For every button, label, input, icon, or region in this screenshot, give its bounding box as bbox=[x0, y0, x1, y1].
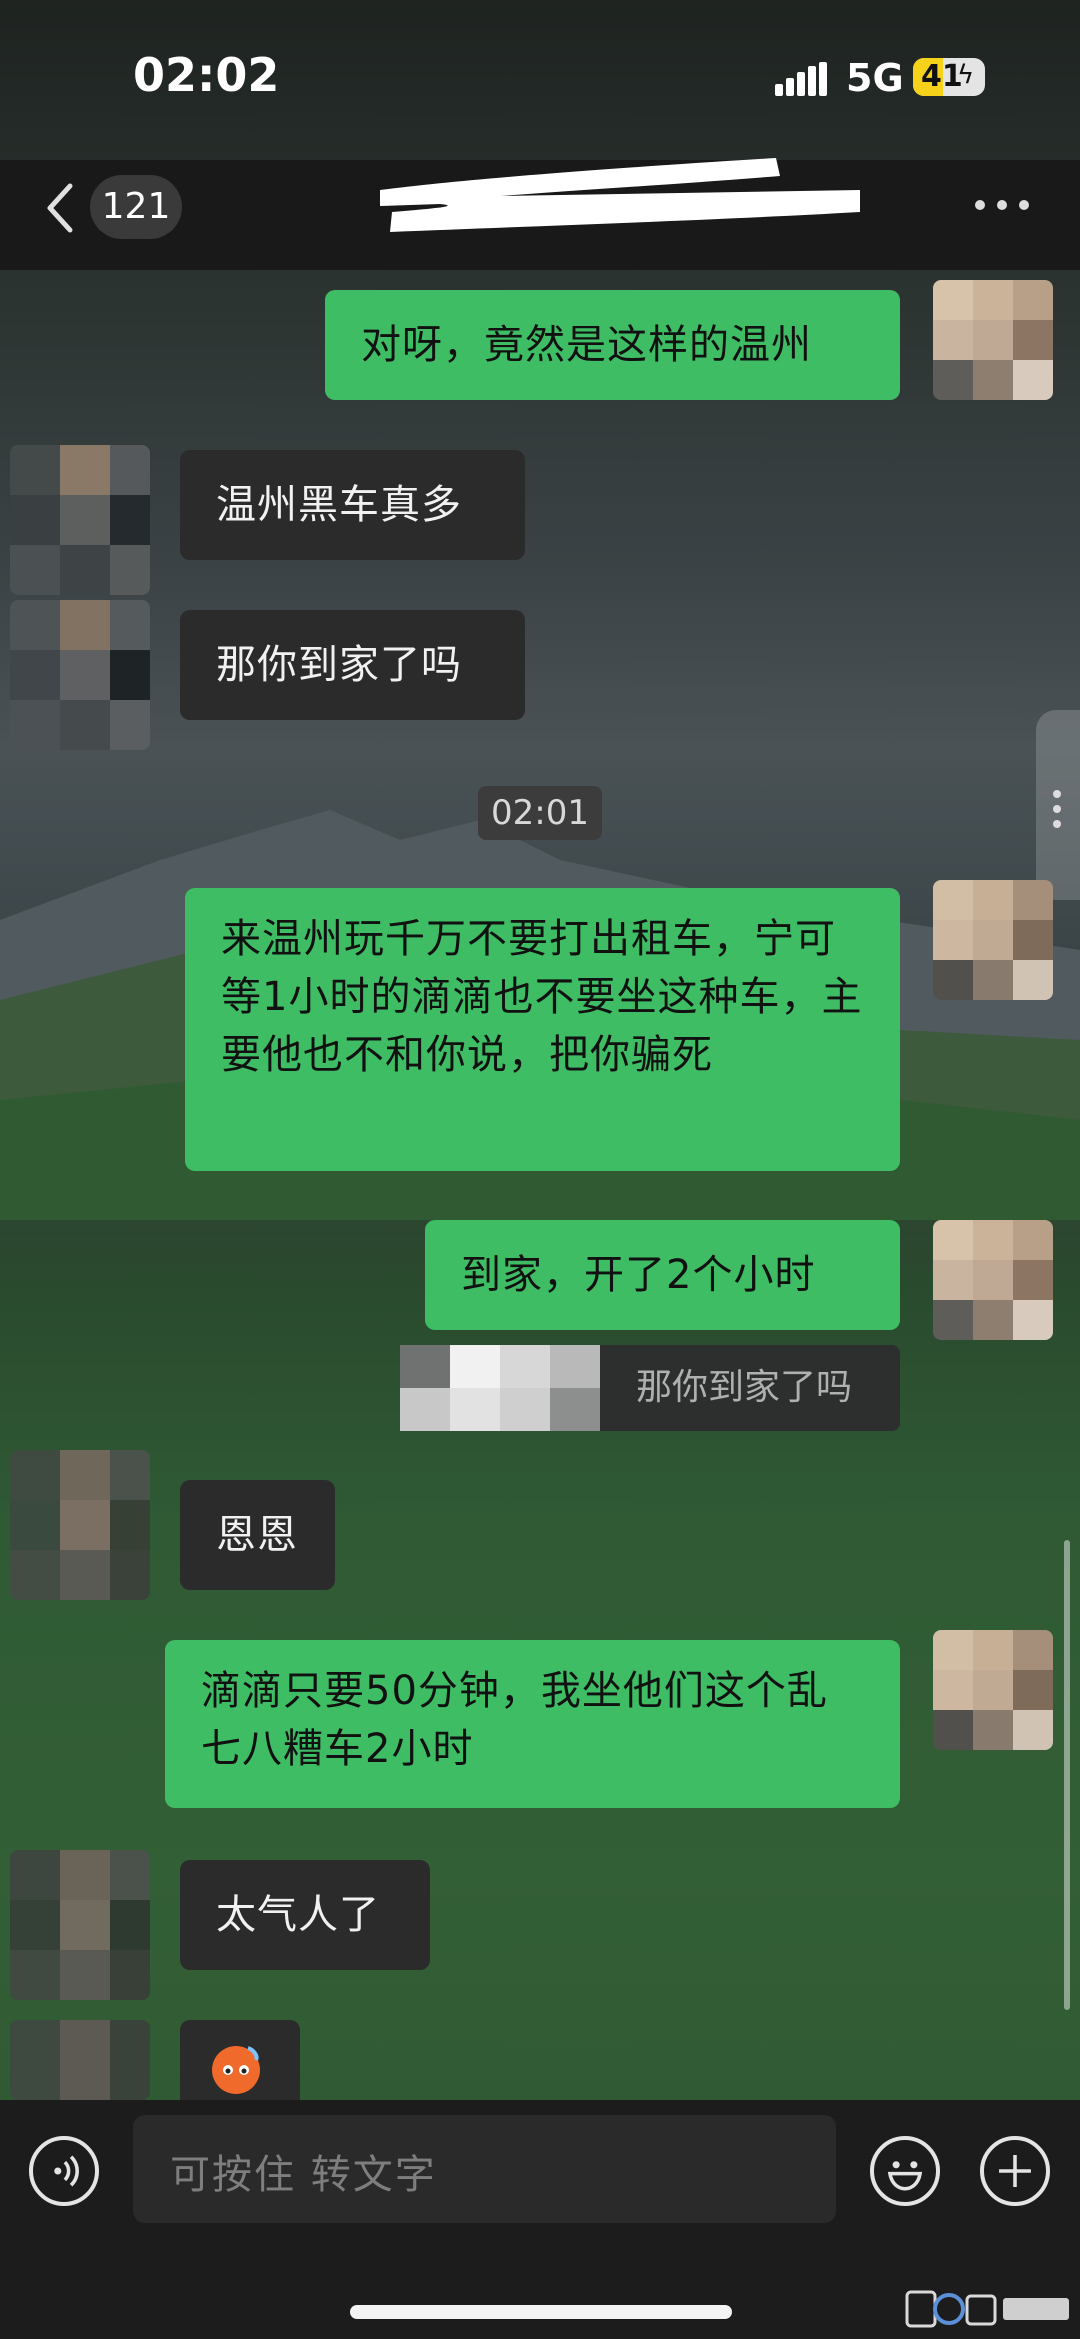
my-avatar[interactable] bbox=[933, 1630, 1053, 1750]
redacted-chat-title bbox=[380, 158, 860, 232]
unread-count-badge[interactable]: 121 bbox=[90, 175, 182, 239]
contact-avatar[interactable] bbox=[10, 2020, 150, 2100]
message-bubble-other[interactable]: 太气人了 bbox=[180, 1860, 430, 1970]
contact-avatar[interactable] bbox=[10, 600, 150, 750]
message-bubble-me[interactable]: 滴滴只要50分钟，我坐他们这个乱七八糟车2小时 bbox=[165, 1640, 900, 1808]
message-bubble-me[interactable]: 到家，开了2个小时 bbox=[425, 1220, 900, 1330]
my-avatar[interactable] bbox=[933, 1220, 1053, 1340]
watermark-logo bbox=[905, 2290, 1069, 2328]
message-bubble-me[interactable]: 对呀，竟然是这样的温州 bbox=[325, 290, 900, 400]
quote-sender-redacted bbox=[400, 1345, 600, 1431]
message-bubble-other[interactable]: 温州黑车真多 bbox=[180, 450, 525, 560]
my-avatar[interactable] bbox=[933, 880, 1053, 1000]
message-timestamp: 02:01 bbox=[478, 786, 602, 840]
back-chevron-icon[interactable] bbox=[40, 178, 80, 238]
side-handle[interactable] bbox=[1036, 710, 1080, 900]
status-time: 02:02 bbox=[133, 48, 280, 102]
battery-icon: 41 ϟ bbox=[913, 58, 985, 96]
charging-icon: ϟ bbox=[957, 60, 975, 90]
quoted-message[interactable]: 那你到家了吗 bbox=[400, 1345, 900, 1431]
message-list bbox=[0, 270, 1080, 2100]
plus-icon[interactable] bbox=[980, 2136, 1050, 2206]
more-options-icon[interactable] bbox=[975, 190, 1029, 220]
input-placeholder: 可按住 转文字 bbox=[170, 2152, 437, 2198]
message-bubble-other[interactable]: 那你到家了吗 bbox=[180, 610, 525, 720]
status-bar: 02:02 5G 41 ϟ bbox=[0, 0, 1080, 160]
angry-face-emoji-icon bbox=[212, 2046, 260, 2094]
emoji-icon[interactable] bbox=[870, 2136, 940, 2206]
scrollbar[interactable] bbox=[1064, 1540, 1070, 2010]
quote-text: 那你到家了吗 bbox=[636, 1367, 853, 1408]
my-avatar[interactable] bbox=[933, 280, 1053, 400]
message-bubble-me[interactable]: 来温州玩千万不要打出租车，宁可等1小时的滴滴也不要坐这种车，主要他也不和你说，把… bbox=[185, 888, 900, 1171]
voice-input-icon[interactable] bbox=[29, 2136, 99, 2206]
contact-avatar[interactable] bbox=[10, 1850, 150, 2000]
contact-avatar[interactable] bbox=[10, 1450, 150, 1600]
signal-icon bbox=[775, 62, 827, 96]
message-bubble-other[interactable]: 恩恩 bbox=[180, 1480, 335, 1590]
home-indicator[interactable] bbox=[350, 2305, 732, 2319]
contact-avatar[interactable] bbox=[10, 445, 150, 595]
network-type: 5G bbox=[846, 56, 904, 100]
